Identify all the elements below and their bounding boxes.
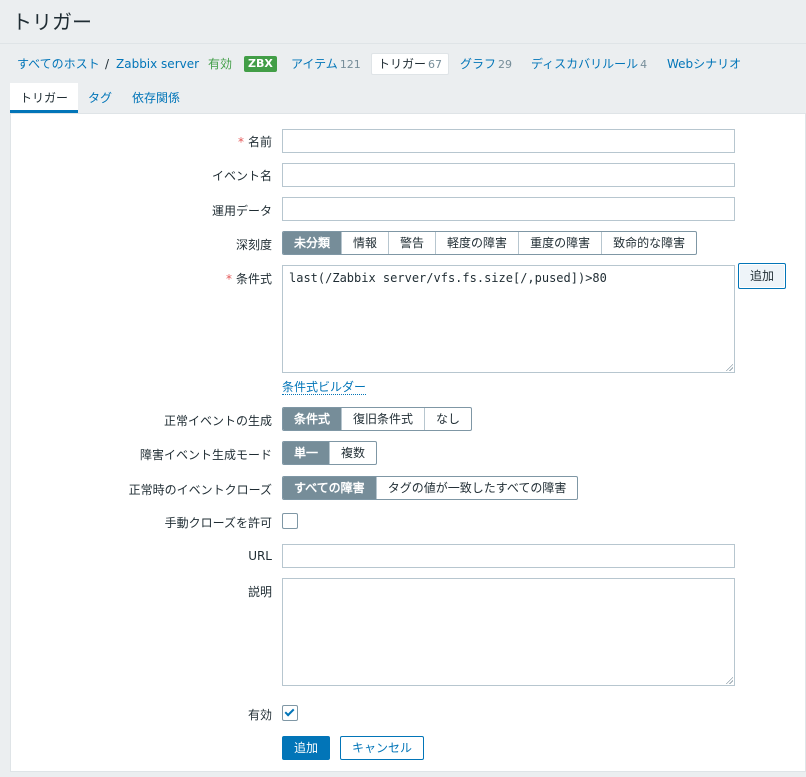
triggers-count: 67 [428,58,443,71]
breadcrumb-separator: / [105,57,110,71]
host-status[interactable]: 有効 [208,44,232,84]
form-tabs: トリガー タグ 依存関係 [0,83,806,113]
items-link[interactable]: アイテム 121 [291,44,361,84]
severity-label: 深刻度 [235,238,272,252]
manual-close-checkbox[interactable] [282,513,298,529]
ok-event-generation-selector: 条件式 復旧条件式 なし [282,407,473,431]
severity-disaster[interactable]: 致命的な障害 [602,232,696,254]
host-link[interactable]: Zabbix server [116,44,199,84]
opdata-label: 運用データ [211,204,272,218]
event-name-input[interactable] [282,163,735,187]
triggers-link[interactable]: トリガー 67 [371,53,450,75]
tab-trigger[interactable]: トリガー [10,83,78,113]
add-expression-button[interactable]: 追加 [738,263,786,289]
expression-value: last(/Zabbix server/vfs.fs.size[/,pused]… [289,271,607,285]
problem-event-mode-label: 障害イベント生成モード [139,448,272,462]
problem-mode-single-option[interactable]: 単一 [283,442,331,464]
severity-warning[interactable]: 警告 [389,232,437,254]
opdata-input[interactable] [282,197,735,221]
severity-selector: 未分類 情報 警告 軽度の障害 重度の障害 致命的な障害 [282,231,698,255]
zbx-availability-badge: ZBX [244,56,277,72]
items-count: 121 [339,58,361,71]
expression-label-text: 条件式 [235,272,272,286]
description-label: 説明 [247,585,272,599]
url-input[interactable] [282,544,735,568]
all-hosts-link[interactable]: すべてのホスト [17,44,100,84]
enabled-checkbox[interactable] [282,705,298,721]
graphs-count: 29 [498,58,513,71]
ok-event-recovery-option[interactable]: 復旧条件式 [342,408,426,430]
add-button[interactable]: 追加 [282,736,330,760]
checkmark-icon [284,706,295,717]
severity-high[interactable]: 重度の障害 [519,232,603,254]
triggers-label: トリガー [378,57,427,71]
url-label: URL [248,549,272,563]
severity-information[interactable]: 情報 [342,232,390,254]
graphs-link[interactable]: グラフ 29 [460,44,512,84]
name-label: * 名前 [238,133,272,150]
problem-mode-multiple-option[interactable]: 複数 [330,442,376,464]
close-all-problems-option[interactable]: すべての障害 [283,477,377,499]
discovery-rules-link[interactable]: ディスカバリルール 4 [531,44,647,84]
expression-textarea[interactable]: last(/Zabbix server/vfs.fs.size[/,pused]… [282,265,735,373]
discovery-label: ディスカバリルール [531,57,639,71]
resize-handle-icon[interactable] [725,676,733,684]
web-scenarios-link[interactable]: Webシナリオ [667,44,741,84]
expression-required-mark: * [225,272,232,286]
event-name-label: イベント名 [211,169,272,183]
ok-event-generation-label: 正常イベントの生成 [163,414,272,428]
ok-event-closes-selector: すべての障害 タグの値が一致したすべての障害 [282,476,579,500]
ok-event-closes-label: 正常時のイベントクローズ [128,483,272,497]
severity-average[interactable]: 軽度の障害 [436,232,520,254]
close-tag-match-option[interactable]: タグの値が一致したすべての障害 [377,477,578,499]
name-input[interactable] [282,129,735,153]
tab-tags[interactable]: タグ [83,83,117,113]
enabled-label: 有効 [247,708,272,722]
name-label-text: 名前 [247,135,272,149]
problem-event-mode-selector: 単一 複数 [282,441,378,465]
expression-builder-link[interactable]: 条件式ビルダー [282,380,367,395]
severity-not-classified[interactable]: 未分類 [283,232,343,254]
discovery-count: 4 [640,58,648,71]
manual-close-label: 手動クローズを許可 [164,516,272,530]
name-required-mark: * [237,135,244,149]
graphs-label: グラフ [460,57,497,71]
items-label: アイテム [291,57,338,71]
host-navigation: すべてのホスト / Zabbix server 有効 ZBX アイテム 121 ト… [0,43,806,83]
page-title: トリガー [12,10,92,34]
ok-event-expression-option[interactable]: 条件式 [283,408,343,430]
tab-dependencies[interactable]: 依存関係 [128,83,184,113]
cancel-button[interactable]: キャンセル [340,736,424,760]
ok-event-none-option[interactable]: なし [425,408,471,430]
expression-label: * 条件式 [226,270,272,287]
resize-handle-icon[interactable] [725,363,733,371]
description-textarea[interactable] [282,578,735,686]
